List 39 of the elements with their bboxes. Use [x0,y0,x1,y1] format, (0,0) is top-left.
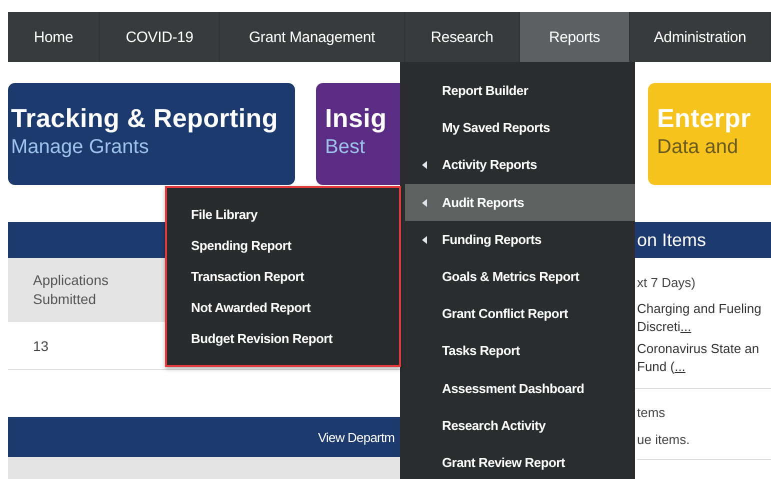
tile-title: Insig [325,103,387,134]
table-cell: 13 [33,338,49,354]
tile-title: Enterpr [657,103,751,134]
feature-tile[interactable]: Insig Best [316,83,400,185]
menu-item[interactable]: Grant Review Report [405,444,635,479]
submenu-item[interactable]: Transaction Report [167,261,399,292]
section-heading: tems [637,405,666,420]
menu-item[interactable]: Assessment Dashboard [405,370,635,407]
menu-item[interactable]: Activity Reports [405,146,635,184]
menu-item[interactable]: Funding Reports [405,220,635,258]
section-heading: xt 7 Days) [637,275,697,290]
view-department-link[interactable]: View Departm [318,430,395,444]
menu-item[interactable]: Report Builder [405,72,635,110]
submenu-item[interactable]: Budget Revision Report [167,323,399,354]
more-link[interactable]: ... [680,319,692,334]
more-link[interactable]: ... [674,359,686,374]
action-item-text: Coronavirus State an [637,341,760,356]
menu-item[interactable]: Grant Conflict Report [405,295,635,332]
submenu-item[interactable]: Spending Report [167,230,399,261]
menu-item[interactable]: Research Activity [405,406,635,444]
column-header: Applications Submitted [33,271,110,309]
feature-tile[interactable]: Enterpr Data and [648,83,771,185]
menu-item[interactable]: Goals & Metrics Report [405,258,635,296]
action-item-text: Fund ( [637,359,675,374]
tile-subtitle: Best [325,136,366,159]
submenu-item[interactable]: Not Awarded Report [167,292,399,323]
nav-tab[interactable]: Reports [520,12,630,62]
submenu-item[interactable]: File Library [167,199,399,230]
menu-item[interactable]: Tasks Report [405,332,635,370]
tile-subtitle: Data and [657,136,738,159]
panel-title: on Items [637,230,706,250]
action-item-text: Charging and Fueling [637,301,762,316]
tile-title: Tracking & Reporting [11,103,278,134]
menu-item[interactable]: Audit Reports [405,184,635,221]
empty-message: ue items. [637,432,771,460]
feature-tile[interactable]: Tracking & Reporting Manage Grants [8,83,295,185]
menu-item[interactable]: My Saved Reports [405,109,635,146]
action-item-text: Discreti [637,319,680,334]
tile-subtitle: Manage Grants [11,136,149,159]
